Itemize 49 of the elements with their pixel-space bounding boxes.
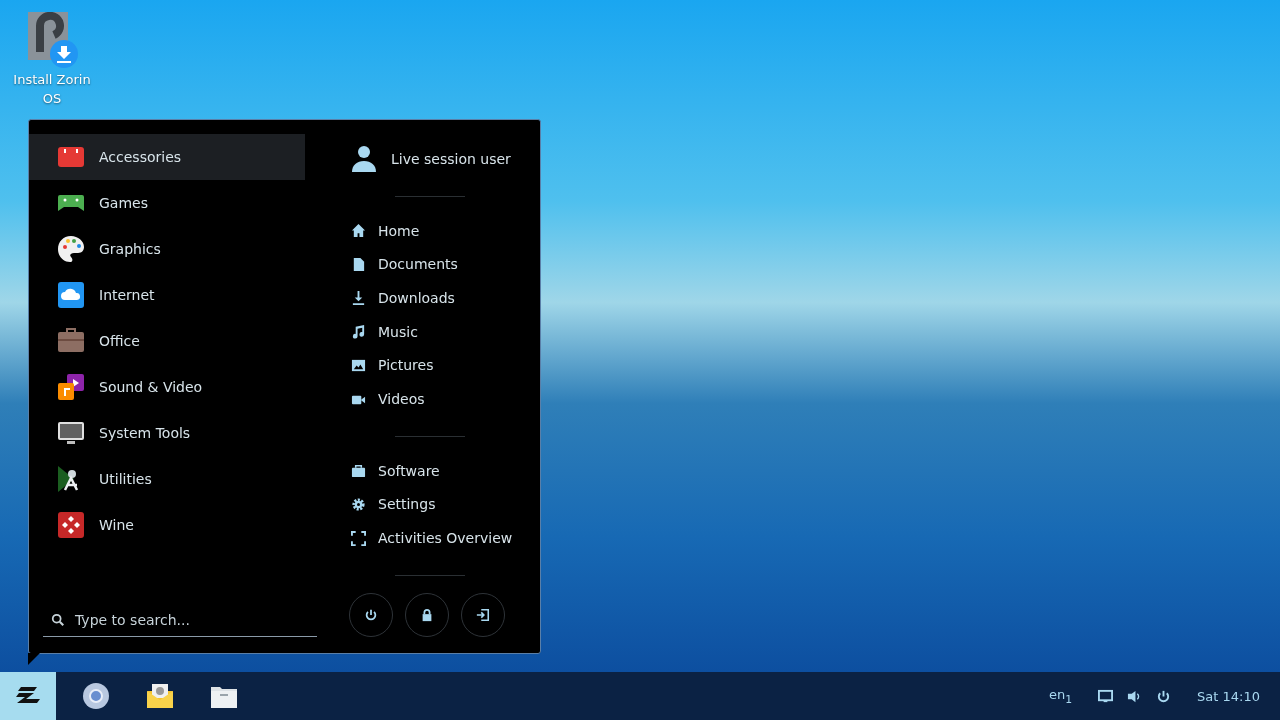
category-item[interactable]: Office [29, 318, 305, 364]
menu-link[interactable]: Software [351, 453, 540, 488]
briefcase-icon [57, 327, 85, 355]
clock[interactable]: Sat 14:10 [1197, 688, 1260, 704]
category-item[interactable]: System Tools [29, 410, 305, 456]
user-icon [351, 144, 377, 173]
power-icon[interactable] [1156, 688, 1172, 704]
user-name[interactable]: Live session user [391, 150, 511, 167]
shopping-bag-icon [351, 463, 366, 479]
menu-link[interactable]: Music [351, 314, 540, 349]
settings-icon [351, 496, 366, 512]
category-item[interactable]: Games [29, 180, 305, 226]
download-icon [351, 290, 366, 306]
envelope-icon [146, 682, 174, 710]
lock-button[interactable] [405, 593, 449, 637]
palette-icon [57, 235, 85, 263]
category-item[interactable]: Internet [29, 272, 305, 318]
globe-icon [82, 682, 110, 710]
overview-icon [351, 530, 366, 546]
menu-link[interactable]: Downloads [351, 281, 540, 315]
search-icon [51, 612, 65, 627]
lock-icon [420, 608, 434, 622]
taskbar-app-button[interactable] [0, 672, 56, 720]
menu-link[interactable]: Documents [351, 247, 540, 282]
menu-link[interactable]: Videos [351, 382, 540, 416]
media-icon [57, 373, 85, 401]
menu-link[interactable]: Pictures [351, 348, 540, 383]
power-icon [364, 608, 378, 622]
logout-button[interactable] [461, 593, 505, 637]
category-item[interactable]: Accessories [29, 134, 305, 180]
power-button[interactable] [349, 593, 393, 637]
category-item[interactable]: Sound & Video [29, 364, 305, 410]
category-item[interactable]: Graphics [29, 226, 305, 272]
menu-link[interactable]: Home [351, 213, 540, 248]
music-note-icon [351, 324, 366, 340]
category-item[interactable]: Wine [29, 502, 305, 548]
document-icon [351, 256, 366, 272]
monitor-icon [57, 419, 85, 447]
logout-icon [476, 608, 490, 622]
screen-icon[interactable] [1098, 688, 1114, 704]
menu-link[interactable]: Activities Overview [351, 521, 540, 555]
cloud-icon [57, 281, 85, 309]
picture-icon [351, 357, 366, 373]
home-icon [351, 223, 366, 239]
category-item[interactable]: Utilities [29, 456, 305, 502]
keyboard-layout-indicator[interactable]: en$_{1}$ [1048, 686, 1073, 706]
search-field[interactable]: Type to search... [43, 603, 317, 637]
diamonds-icon [57, 511, 85, 539]
menu-link[interactable]: Settings [351, 487, 540, 522]
